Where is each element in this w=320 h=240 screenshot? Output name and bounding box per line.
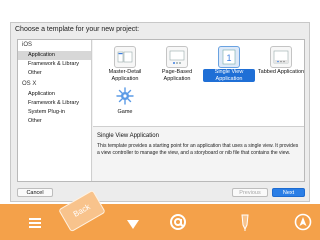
template-label: Single View Application xyxy=(203,69,255,82)
at-sign-icon[interactable] xyxy=(169,213,187,236)
pen-icon[interactable] xyxy=(238,214,252,237)
page-based-icon xyxy=(166,46,188,68)
sidebar-item-osx-application[interactable]: Application xyxy=(18,90,91,99)
template-tabbed[interactable]: Tabbed Application xyxy=(255,46,307,76)
template-content: Master-Detail Application Page-Based App… xyxy=(93,40,304,181)
down-triangle-icon[interactable] xyxy=(126,217,140,235)
single-view-icon: 1 xyxy=(218,46,240,68)
next-button[interactable]: Next xyxy=(272,188,305,197)
platform-sidebar: iOS Application Framework & Library Othe… xyxy=(18,40,92,181)
template-single-view[interactable]: 1 Single View Application xyxy=(203,46,255,82)
dialog-prompt: Choose a template for your new project: xyxy=(15,26,140,33)
sidebar-item-osx-framework[interactable]: Framework & Library xyxy=(18,99,91,108)
template-dialog: Choose a template for your new project: … xyxy=(10,22,310,202)
template-game[interactable]: Game xyxy=(99,86,151,116)
sidebar-item-osx-plugin[interactable]: System Plug-in xyxy=(18,108,91,117)
template-label: Page-Based Application xyxy=(161,69,193,82)
template-panel: iOS Application Framework & Library Othe… xyxy=(17,39,305,182)
description-body: This template provides a starting point … xyxy=(97,143,299,156)
template-label: Master-Detail Application xyxy=(108,69,142,82)
template-label: Game xyxy=(117,109,133,115)
svg-text:1: 1 xyxy=(226,53,231,63)
master-detail-icon xyxy=(114,46,136,68)
description-title: Single View Application xyxy=(97,133,159,139)
previous-button[interactable]: Previous xyxy=(232,188,268,197)
sidebar-item-osx-other[interactable]: Other xyxy=(18,117,91,126)
bottom-toolbar: Back xyxy=(0,189,320,240)
navigation-icon[interactable] xyxy=(294,213,312,236)
back-label: Back xyxy=(71,202,92,219)
menu-icon[interactable] xyxy=(28,216,42,235)
template-page-based[interactable]: Page-Based Application xyxy=(151,46,203,82)
sidebar-header-ios: iOS xyxy=(22,42,33,48)
sidebar-item-ios-application[interactable]: Application xyxy=(18,51,91,60)
cancel-button[interactable]: Cancel xyxy=(17,188,53,197)
sidebar-header-osx: OS X xyxy=(22,81,37,87)
template-label: Tabbed Application xyxy=(257,69,305,75)
template-master-detail[interactable]: Master-Detail Application xyxy=(99,46,151,82)
sidebar-item-ios-other[interactable]: Other xyxy=(18,69,91,78)
tabbed-icon xyxy=(270,46,292,68)
game-icon xyxy=(114,86,136,108)
template-description: Single View Application This template pr… xyxy=(93,126,304,181)
template-grid: Master-Detail Application Page-Based App… xyxy=(93,40,304,124)
sidebar-item-ios-framework[interactable]: Framework & Library xyxy=(18,60,91,69)
